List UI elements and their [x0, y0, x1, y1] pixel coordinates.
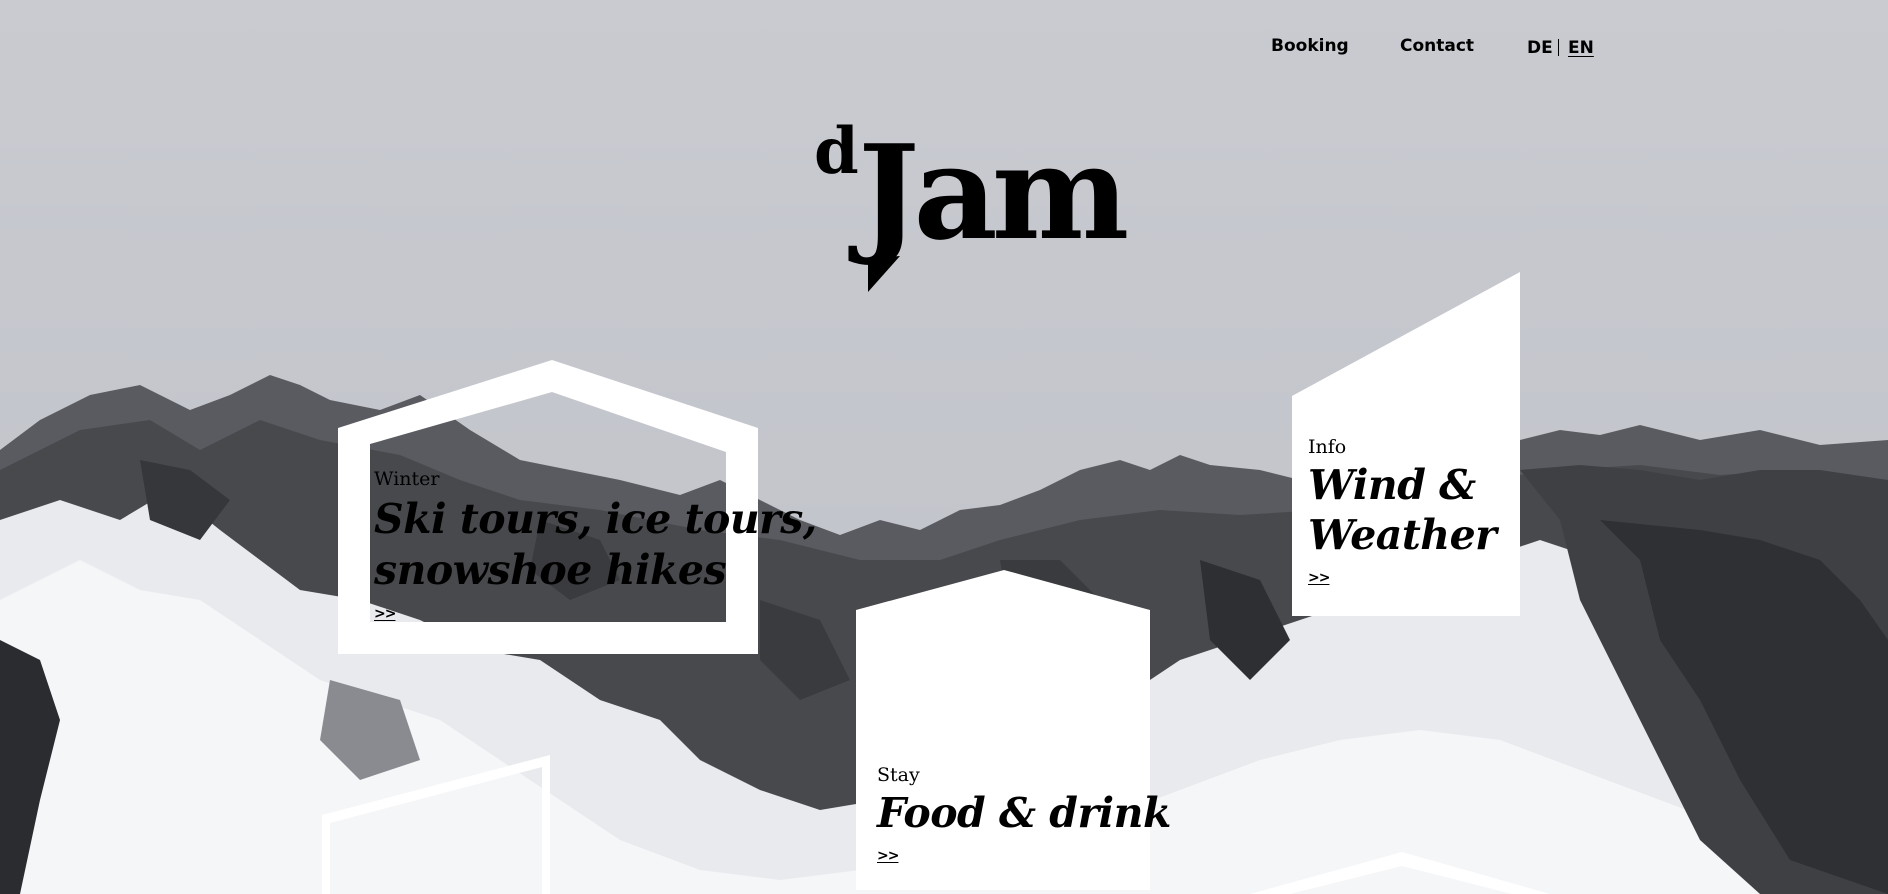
lang-de-link[interactable]: DE	[1527, 38, 1553, 58]
stay-card-arrow-link[interactable]: >>	[877, 848, 899, 864]
lang-separator	[1558, 39, 1559, 56]
winter-card-title-2[interactable]: snowshoe hikes	[374, 545, 727, 596]
site-logo[interactable]: d Jam	[812, 116, 1129, 296]
nav-contact-link[interactable]: Contact	[1400, 36, 1474, 56]
logo-j-tail	[868, 256, 900, 292]
info-card-arrow-link[interactable]: >>	[1308, 570, 1330, 586]
winter-card-title-1[interactable]: Ski tours, ice tours,	[374, 494, 817, 545]
info-card-title-1[interactable]: Wind &	[1308, 460, 1476, 511]
stay-card-label: Stay	[877, 764, 920, 786]
info-card-label: Info	[1308, 436, 1347, 458]
info-card-title-2[interactable]: Weather	[1308, 510, 1497, 561]
lang-en-link[interactable]: EN	[1568, 38, 1594, 58]
stay-card-shape[interactable]	[856, 570, 1150, 894]
winter-card-label: Winter	[374, 468, 440, 490]
lower-right-card-frame[interactable]	[1250, 852, 1550, 894]
top-nav: Booking Contact DE EN	[0, 36, 1888, 60]
stay-card-title[interactable]: Food & drink	[877, 788, 1171, 839]
lower-left-card-frame[interactable]	[322, 755, 554, 894]
nav-booking-link[interactable]: Booking	[1271, 36, 1349, 56]
winter-card-arrow-link[interactable]: >>	[374, 606, 396, 622]
